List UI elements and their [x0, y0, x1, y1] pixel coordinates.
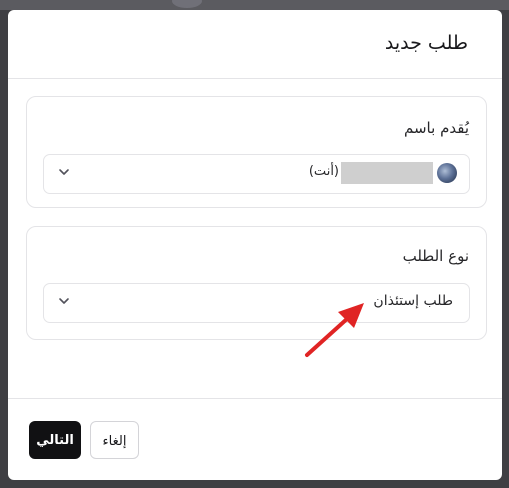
- new-request-dialog: طلب جديد يُقدم باسم (أنت) نوع الطلب طلب …: [8, 10, 502, 480]
- next-button[interactable]: التالي: [29, 421, 81, 459]
- cancel-button[interactable]: إلغاء: [90, 421, 139, 459]
- applicant-label: يُقدم باسم: [404, 119, 469, 137]
- applicant-select[interactable]: (أنت): [43, 154, 470, 194]
- request-type-label: نوع الطلب: [402, 247, 469, 265]
- applicant-card: يُقدم باسم (أنت): [26, 96, 487, 208]
- chevron-down-icon: [59, 169, 69, 175]
- backdrop: [0, 0, 509, 10]
- dialog-footer: التالي إلغاء: [8, 398, 502, 480]
- dialog-title: طلب جديد: [384, 32, 468, 54]
- request-type-card: نوع الطلب طلب إستئذان: [26, 226, 487, 340]
- dialog-header: طلب جديد: [8, 10, 502, 79]
- chevron-down-icon: [59, 298, 69, 304]
- redacted-name: [341, 162, 433, 184]
- avatar: [437, 163, 457, 183]
- request-type-value: طلب إستئذان: [373, 293, 453, 309]
- request-type-select[interactable]: طلب إستئذان: [43, 283, 470, 323]
- applicant-you-suffix: (أنت): [308, 164, 339, 179]
